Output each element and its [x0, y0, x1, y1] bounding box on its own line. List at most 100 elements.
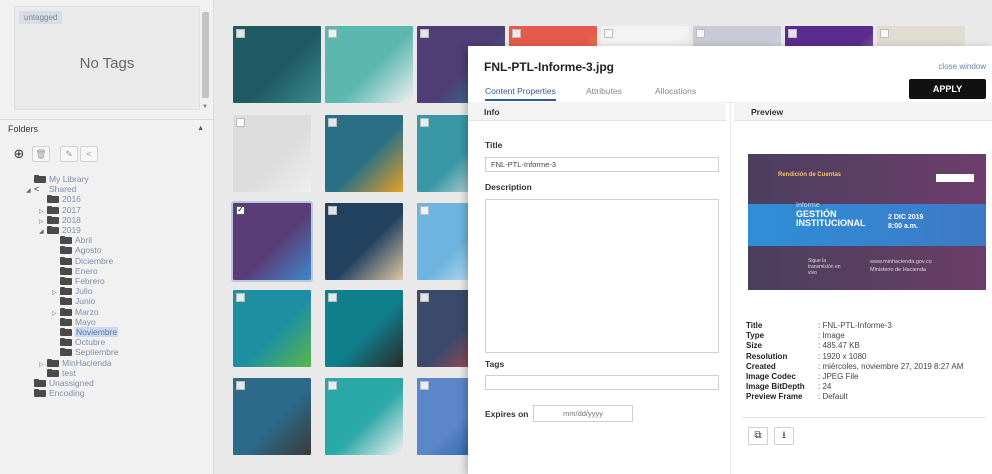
preview-bottom-band: [748, 246, 986, 290]
folder-noviembre[interactable]: Noviembre: [52, 327, 119, 337]
title-input[interactable]: [485, 157, 719, 172]
expires-date-input[interactable]: [533, 405, 633, 422]
select-checkbox[interactable]: [236, 204, 245, 215]
folder-junio[interactable]: Junio: [52, 296, 95, 306]
select-checkbox[interactable]: [604, 29, 613, 38]
preview-image: Rendición de Cuentas Informe GESTIÓN INST…: [748, 154, 986, 306]
share-folder-icon[interactable]: <: [80, 146, 98, 162]
select-checkbox[interactable]: [880, 29, 889, 38]
folder-label: Unassigned: [49, 378, 94, 388]
asset-thumbnail[interactable]: [233, 26, 321, 103]
dialog-title: FNL-PTL-Informe-3.jpg: [484, 60, 614, 74]
folder-octubre[interactable]: Octubre: [52, 337, 105, 347]
preview-contact: www.minhacienda.gov.co Ministerio de Haci…: [870, 258, 932, 274]
expand-toggle-icon[interactable]: ◢: [26, 186, 34, 196]
scroll-down-icon[interactable]: ▼: [202, 104, 208, 110]
tags-label: Tags: [485, 359, 505, 369]
folder-diciembre[interactable]: Diciembre: [52, 256, 113, 266]
folder-encoding[interactable]: Encoding: [26, 388, 84, 398]
folder-label: Septiembre: [75, 347, 119, 358]
select-checkbox[interactable]: [328, 29, 337, 38]
folder-enero[interactable]: Enero: [52, 266, 98, 276]
folder-2016[interactable]: 2016: [39, 194, 81, 204]
folder-agosto[interactable]: Agosto: [52, 245, 101, 255]
select-checkbox[interactable]: [788, 29, 797, 38]
asset-thumbnail[interactable]: [325, 26, 413, 103]
folder-minhacienda[interactable]: ▷ MinHacienda: [39, 358, 112, 368]
tab-attributes[interactable]: Attributes: [586, 86, 622, 96]
delete-folder-icon[interactable]: 🗑: [32, 146, 50, 162]
folder-2018[interactable]: ▷ 2018: [39, 215, 81, 225]
copy-frame-icon[interactable]: ⧉: [748, 427, 768, 445]
folder-test[interactable]: test: [39, 368, 76, 378]
folder-marzo[interactable]: ▷ Marzo: [52, 307, 99, 317]
folder-julio[interactable]: ▷ Julio: [52, 286, 92, 296]
metadata-value: : miércoles, noviembre 27, 2019 8:27 AM: [818, 361, 964, 371]
folder-label: Octubre: [75, 337, 106, 348]
description-textarea[interactable]: [485, 199, 719, 353]
preview-divider: [742, 417, 986, 418]
folder-my-library[interactable]: My Library: [26, 174, 89, 184]
scrollbar-thumb[interactable]: [202, 12, 209, 98]
preview-datetime: 2 DIC 2019 8:00 a.m.: [888, 213, 923, 231]
tag-chip-untagged[interactable]: untagged: [19, 11, 63, 24]
select-checkbox[interactable]: [328, 206, 337, 215]
select-checkbox[interactable]: [236, 29, 245, 38]
select-checkbox[interactable]: [420, 381, 429, 390]
folder-icon: [47, 215, 60, 224]
asset-thumbnail[interactable]: [325, 203, 403, 280]
folder-febrero[interactable]: Febrero: [52, 276, 105, 286]
select-checkbox[interactable]: [420, 29, 429, 38]
download-icon[interactable]: ⭳: [774, 427, 794, 445]
folder-mayo[interactable]: Mayo: [52, 317, 96, 327]
select-checkbox[interactable]: [420, 293, 429, 302]
asset-thumbnail[interactable]: [233, 378, 311, 455]
expires-label: Expires on: [485, 409, 529, 419]
select-checkbox[interactable]: [328, 381, 337, 390]
select-checkbox[interactable]: [696, 29, 705, 38]
folder-septiembre[interactable]: Septiembre: [52, 347, 118, 357]
collapse-caret-icon[interactable]: ▲: [197, 125, 204, 132]
select-checkbox[interactable]: [420, 118, 429, 127]
folder-icon: [60, 307, 73, 316]
metadata-value: : Default: [818, 392, 848, 402]
preview-line1: Informe: [796, 202, 820, 209]
asset-thumbnail[interactable]: [325, 378, 403, 455]
select-checkbox[interactable]: [512, 29, 521, 38]
folder-abril[interactable]: Abril: [52, 235, 92, 245]
expand-toggle-icon[interactable]: ◢: [39, 227, 47, 237]
select-checkbox[interactable]: [236, 118, 245, 127]
preview-blue-band: [748, 204, 986, 246]
tags-input[interactable]: [485, 375, 719, 390]
folder-label: Marzo: [75, 306, 99, 317]
edit-folder-icon[interactable]: ✎: [60, 146, 78, 162]
select-checkbox[interactable]: [328, 118, 337, 127]
folders-header[interactable]: Folders ▲: [0, 119, 214, 139]
folder-label: MinHacienda: [62, 357, 112, 368]
asset-thumbnail[interactable]: [231, 201, 313, 282]
folder-unassigned[interactable]: Unassigned: [26, 378, 94, 388]
close-window-link[interactable]: close window: [938, 62, 986, 71]
tab-content-properties[interactable]: Content Properties: [485, 86, 556, 101]
tab-allocations[interactable]: Allocations: [655, 86, 696, 96]
folder-label: 2016: [62, 194, 81, 205]
select-checkbox[interactable]: [236, 293, 245, 302]
select-checkbox[interactable]: [420, 206, 429, 215]
asset-thumbnail[interactable]: [233, 290, 311, 367]
apply-button[interactable]: APPLY: [909, 79, 986, 99]
asset-thumbnail[interactable]: [233, 115, 311, 192]
select-checkbox[interactable]: [328, 293, 337, 302]
metadata-value: : 1920 x 1080: [818, 351, 867, 361]
asset-thumbnail[interactable]: [325, 290, 403, 367]
folder-icon: [34, 175, 47, 183]
folder-2017[interactable]: ▷ 2017: [39, 205, 81, 215]
select-checkbox[interactable]: [236, 381, 245, 390]
folder-shared[interactable]: ◢ < Shared: [26, 184, 76, 194]
folder-label: Encoding: [49, 388, 85, 399]
asset-thumbnail[interactable]: [325, 115, 403, 192]
add-folder-icon[interactable]: ⊕: [10, 146, 28, 162]
info-section-header: Info: [468, 102, 726, 121]
tag-scrollbar[interactable]: ▼: [201, 8, 210, 112]
folder-2019[interactable]: ◢ 2019: [39, 225, 81, 235]
preview-brand: Rendición de Cuentas: [778, 172, 842, 178]
